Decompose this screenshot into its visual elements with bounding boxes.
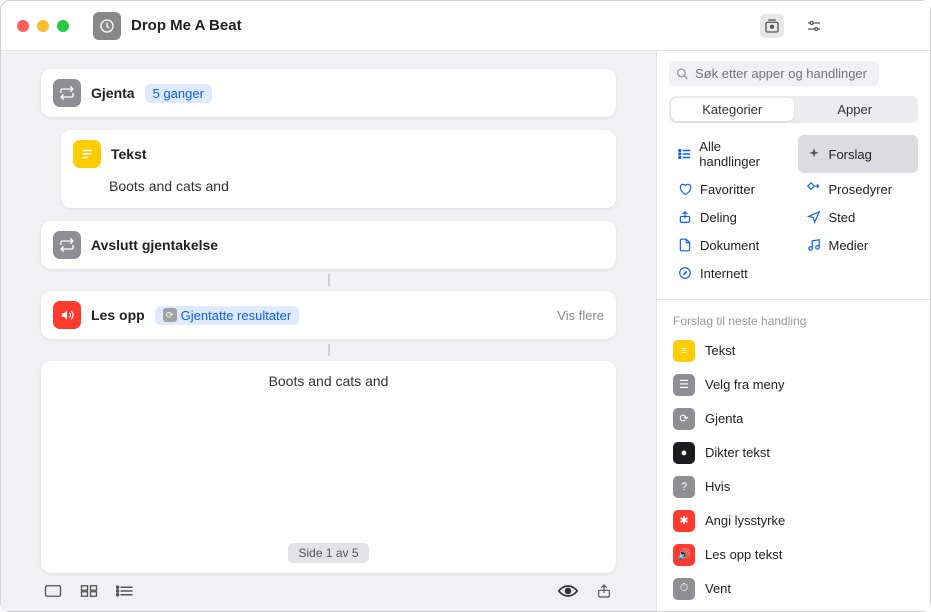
suggestion-icon: ☰: [673, 374, 695, 396]
suggestion-icon: ≡: [673, 340, 695, 362]
end-repeat-label: Avslutt gjentakelse: [91, 237, 218, 253]
connector-line: [328, 344, 330, 356]
repeat-label: Gjenta: [91, 85, 135, 101]
tab-categories[interactable]: Kategorier: [671, 98, 794, 121]
text-input[interactable]: Boots and cats and: [61, 178, 616, 208]
end-repeat-icon: [53, 231, 81, 259]
view-single-icon[interactable]: [41, 581, 65, 601]
suggestion-item[interactable]: ⟳Gjenta: [667, 402, 920, 436]
suggestion-item[interactable]: ?Hvis: [667, 470, 920, 504]
suggestions-list: ≡Tekst☰Velg fra meny⟳Gjenta●Dikter tekst…: [657, 334, 930, 611]
close-window[interactable]: [17, 20, 29, 32]
suggestion-icon: ?: [673, 476, 695, 498]
sidebar-toolbar: [656, 1, 930, 51]
variable-icon: ⟳: [163, 308, 177, 322]
suggestions-header: Forslag til neste handling: [657, 308, 930, 334]
text-icon: [73, 140, 101, 168]
suggestion-item[interactable]: 🔊Les opp tekst: [667, 538, 920, 572]
suggestion-icon: ⟳: [673, 408, 695, 430]
view-grid-icon[interactable]: [77, 581, 101, 601]
safari-icon: [677, 265, 693, 281]
repeat-icon: [53, 79, 81, 107]
speak-action[interactable]: Les opp ⟳ Gjentatte resultater Vis flere: [41, 291, 616, 339]
repeat-action[interactable]: Gjenta 5 ganger: [41, 69, 616, 117]
zoom-window[interactable]: [57, 20, 69, 32]
library-icon[interactable]: [760, 14, 784, 38]
sparkle-icon: [806, 146, 822, 162]
editor-toolbar: [41, 573, 616, 601]
settings-sliders-icon[interactable]: [802, 14, 826, 38]
tab-apps[interactable]: Apper: [794, 98, 917, 121]
share-result-icon[interactable]: [592, 581, 616, 601]
shortcut-icon: [93, 12, 121, 40]
suggestion-icon: ✱: [673, 510, 695, 532]
list-icon: [677, 146, 692, 162]
suggestion-item[interactable]: ⚠Vis varsel: [667, 606, 920, 611]
category-deling[interactable]: Deling: [669, 205, 790, 229]
category-internett[interactable]: Internett: [669, 261, 790, 285]
suggestion-icon: ●: [673, 442, 695, 464]
suggestion-item[interactable]: ☰Velg fra meny: [667, 368, 920, 402]
text-label: Tekst: [111, 146, 147, 162]
suggestion-item[interactable]: ●Dikter tekst: [667, 436, 920, 470]
category-prosedyrer[interactable]: Prosedyrer: [798, 177, 919, 201]
divider: [657, 299, 930, 300]
suggestion-item[interactable]: ✱Angi lysstyrke: [667, 504, 920, 538]
end-repeat-action[interactable]: Avslutt gjentakelse: [41, 221, 616, 269]
category-alle-handlinger[interactable]: Alle handlinger: [669, 135, 790, 173]
segmented-control: Kategorier Apper: [669, 96, 918, 123]
speak-token[interactable]: ⟳ Gjentatte resultater: [155, 306, 300, 325]
speak-icon: [53, 301, 81, 329]
category-forslag[interactable]: Forslag: [798, 135, 919, 173]
media-icon: [806, 237, 822, 253]
category-medier[interactable]: Medier: [798, 233, 919, 257]
suggestion-icon: ⏱: [673, 578, 695, 600]
editor-canvas: Gjenta 5 ganger Tekst Boots and cats and…: [1, 51, 656, 611]
minimize-window[interactable]: [37, 20, 49, 32]
page-indicator: Side 1 av 5: [288, 543, 368, 563]
search-input[interactable]: [669, 61, 879, 86]
window-controls: [17, 20, 69, 32]
procedure-icon: [806, 181, 822, 197]
show-more-button[interactable]: Vis flere: [557, 308, 604, 323]
suggestion-item[interactable]: ⏱Vent: [667, 572, 920, 606]
category-grid: Alle handlingerForslag Favoritter Prosedyr…: [657, 135, 930, 299]
category-dokument[interactable]: Dokument: [669, 233, 790, 257]
text-action[interactable]: Tekst Boots and cats and: [61, 130, 616, 208]
suggestion-icon: 🔊: [673, 544, 695, 566]
view-list-icon[interactable]: [113, 581, 137, 601]
heart-icon: [677, 181, 693, 197]
share-icon: [677, 209, 693, 225]
document-icon: [677, 237, 693, 253]
connector-line: [328, 274, 330, 286]
preview-panel: Boots and cats and Side 1 av 5: [41, 361, 616, 573]
actions-sidebar: Kategorier Apper Alle handlingerForslag F…: [656, 51, 930, 611]
location-icon: [806, 209, 822, 225]
speak-label: Les opp: [91, 307, 145, 323]
preview-eye-icon[interactable]: [556, 581, 580, 601]
preview-text: Boots and cats and: [269, 373, 389, 389]
category-favoritter[interactable]: Favoritter: [669, 177, 790, 201]
search-icon: [676, 67, 689, 80]
category-sted[interactable]: Sted: [798, 205, 919, 229]
suggestion-item[interactable]: ≡Tekst: [667, 334, 920, 368]
repeat-count-token[interactable]: 5 ganger: [145, 84, 212, 103]
